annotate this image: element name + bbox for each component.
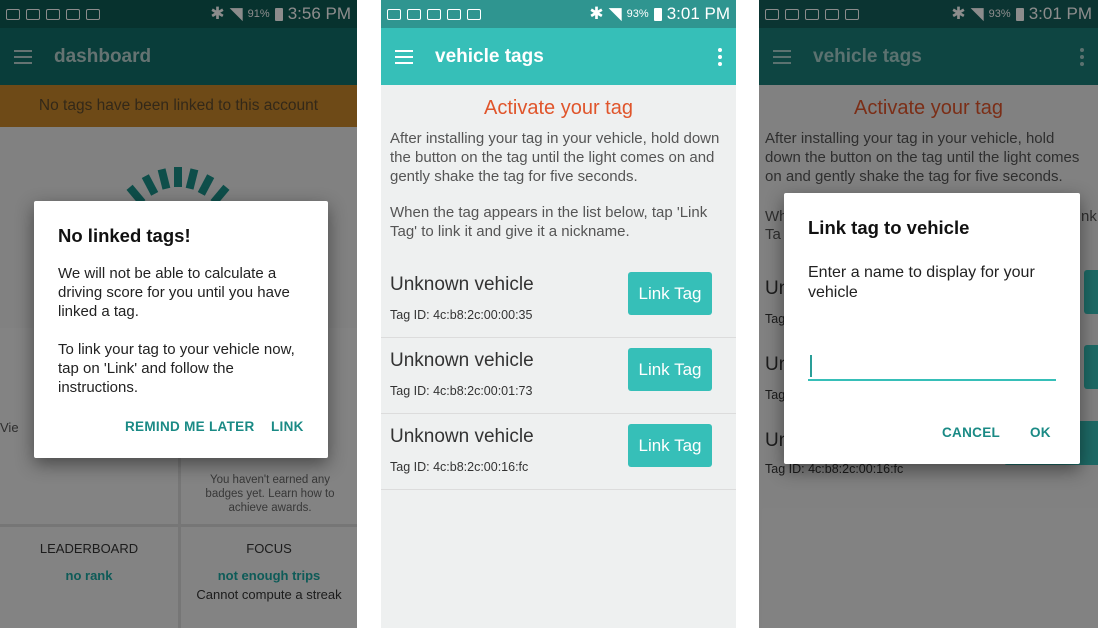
image-icon xyxy=(447,8,461,20)
notification-icons xyxy=(387,8,481,20)
dialog-title: Link tag to vehicle xyxy=(808,217,970,238)
dialog-message: We will not be able to calculate a drivi… xyxy=(58,265,290,320)
battery-icon xyxy=(653,7,662,21)
remind-me-later-button[interactable]: REMIND ME LATER xyxy=(125,419,255,434)
overflow-menu-icon[interactable] xyxy=(718,47,722,66)
notification-icon xyxy=(387,8,401,20)
status-bar: ✱ ◥ 93% 3:01 PM xyxy=(381,0,736,28)
location-icon xyxy=(407,8,421,20)
wifi-icon: ◥ xyxy=(608,4,622,23)
instruction-text-2: When the tag appears in the list below, … xyxy=(390,204,708,240)
tag-name: Unknown vehicle xyxy=(390,350,534,371)
screen-link-tag-dialog: ✱ ◥ 93% 3:01 PM vehicle tags Activate yo… xyxy=(759,0,1098,628)
vehicle-name-field[interactable] xyxy=(808,353,1056,381)
link-tag-button[interactable]: Link Tag xyxy=(628,272,712,315)
list-item: Unknown vehicle Tag ID: 4c:b8:2c:00:16:f… xyxy=(381,414,736,490)
link-tag-dialog: Link tag to vehicle Enter a name to disp… xyxy=(784,193,1080,464)
dialog-title: No linked tags! xyxy=(58,225,191,246)
screen-dashboard: ✱ ◥ 91% 3:56 PM dashboard No tags have b… xyxy=(0,0,357,628)
tag-id: Tag ID: 4c:b8:2c:00:01:73 xyxy=(390,384,533,398)
tag-id: Tag ID: 4c:b8:2c:00:00:35 xyxy=(390,308,533,322)
ok-button[interactable]: OK xyxy=(1030,425,1051,440)
menu-icon[interactable] xyxy=(395,49,413,64)
app-bar: vehicle tags xyxy=(381,28,736,85)
bluetooth-icon: ✱ xyxy=(589,4,604,23)
no-linked-tags-dialog: No linked tags! We will not be able to c… xyxy=(34,201,328,458)
screen-vehicle-tags: ✱ ◥ 93% 3:01 PM vehicle tags Activate yo… xyxy=(381,0,736,628)
clock: 3:01 PM xyxy=(666,4,730,23)
text-cursor xyxy=(810,355,812,377)
battery-percent: 93% xyxy=(626,8,649,20)
cancel-button[interactable]: CANCEL xyxy=(942,425,1000,440)
mail-icon xyxy=(427,8,441,20)
vehicle-name-input[interactable] xyxy=(808,353,1056,379)
tag-name: Unknown vehicle xyxy=(390,426,534,447)
voicemail-icon xyxy=(467,8,481,20)
tag-name: Unknown vehicle xyxy=(390,274,534,295)
tag-id: Tag ID: 4c:b8:2c:00:16:fc xyxy=(390,460,529,474)
activate-heading: Activate your tag xyxy=(484,97,633,119)
page-title: vehicle tags xyxy=(435,45,544,67)
link-tag-button[interactable]: Link Tag xyxy=(628,348,712,391)
link-button[interactable]: LINK xyxy=(271,419,304,434)
instruction-text: After installing your tag in your vehicl… xyxy=(390,130,720,185)
list-item: Unknown vehicle Tag ID: 4c:b8:2c:00:00:3… xyxy=(381,262,736,338)
list-item: Unknown vehicle Tag ID: 4c:b8:2c:00:01:7… xyxy=(381,338,736,414)
dialog-prompt: Enter a name to display for your vehicle xyxy=(808,264,1035,301)
link-tag-button[interactable]: Link Tag xyxy=(628,424,712,467)
dialog-message-2: To link your tag to your vehicle now, ta… xyxy=(58,341,295,396)
